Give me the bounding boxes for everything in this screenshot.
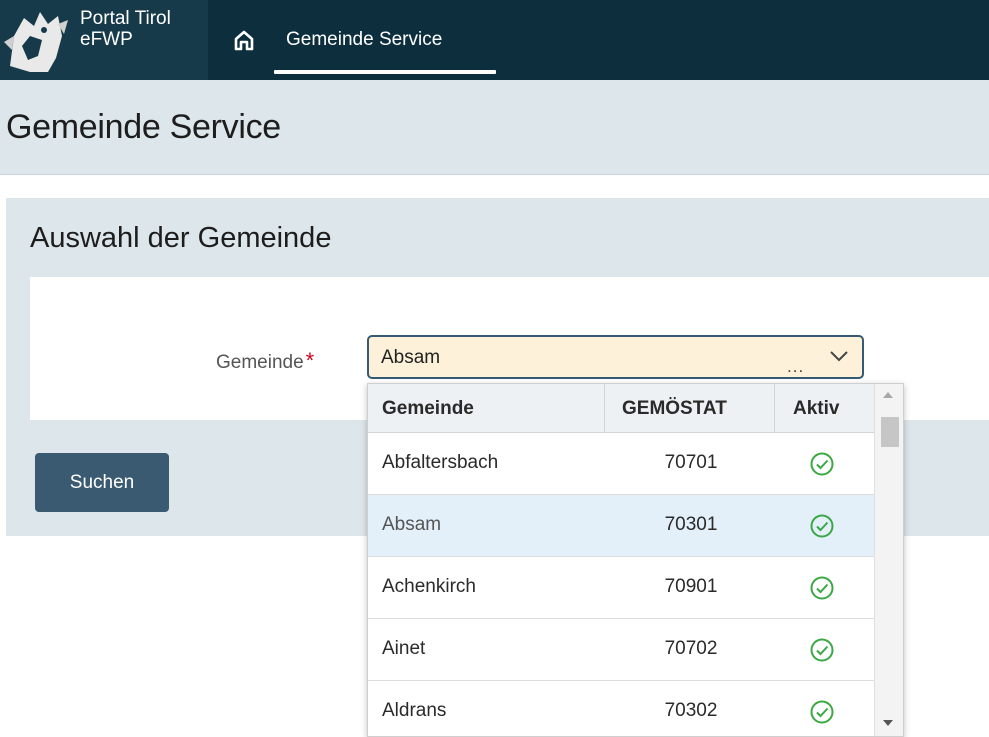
active-check-icon bbox=[810, 576, 834, 600]
row-gemeinde-name: Ainet bbox=[382, 638, 426, 659]
gemeinde-label-text: Gemeinde bbox=[216, 352, 304, 373]
dropdown-header-row: Gemeinde GEMÖSTAT Aktiv bbox=[368, 384, 874, 433]
scroll-down-arrow-icon[interactable] bbox=[883, 720, 893, 726]
select-more-dots: ... bbox=[787, 357, 805, 376]
column-header-gemeinde: Gemeinde bbox=[382, 398, 474, 419]
scrollbar-thumb[interactable] bbox=[881, 417, 899, 447]
dropdown-scrollbar[interactable] bbox=[874, 384, 903, 736]
chevron-down-icon[interactable] bbox=[829, 349, 849, 363]
active-check-icon bbox=[810, 452, 834, 476]
page-header: Gemeinde Service bbox=[0, 80, 989, 175]
gemeinde-field-label: Gemeinde* bbox=[216, 348, 314, 374]
scroll-up-arrow-icon[interactable] bbox=[883, 392, 893, 398]
logo-line-1: Portal Tirol bbox=[80, 8, 171, 29]
row-gemeinde-name: Absam bbox=[382, 514, 442, 535]
logo-text: Portal Tirol eFWP bbox=[80, 8, 171, 50]
gemeinde-select-value: Absam bbox=[381, 347, 441, 368]
nav-tab-gemeinde-service[interactable]: Gemeinde Service bbox=[270, 0, 500, 80]
gemeinde-select[interactable]: Absam ... bbox=[367, 335, 864, 379]
gemeinde-dropdown-list: Gemeinde GEMÖSTAT Aktiv Abfaltersbach 70… bbox=[367, 383, 904, 737]
row-gemoestat-code: 70302 bbox=[664, 700, 718, 721]
dropdown-row[interactable]: Abfaltersbach 70701 bbox=[368, 433, 874, 495]
column-divider bbox=[774, 384, 775, 432]
row-gemoestat-code: 70702 bbox=[664, 638, 718, 659]
active-check-icon bbox=[810, 638, 834, 662]
column-header-aktiv: Aktiv bbox=[793, 398, 840, 419]
active-check-icon bbox=[810, 514, 834, 538]
dropdown-row[interactable]: Aldrans 70302 bbox=[368, 681, 874, 736]
nav-tab-label: Gemeinde Service bbox=[286, 29, 443, 50]
page-title: Gemeinde Service bbox=[6, 108, 281, 146]
row-gemeinde-name: Achenkirch bbox=[382, 576, 476, 597]
search-button[interactable]: Suchen bbox=[35, 453, 169, 512]
dropdown-row[interactable]: Achenkirch 70901 bbox=[368, 557, 874, 619]
dropdown-row[interactable]: Ainet 70702 bbox=[368, 619, 874, 681]
tyrol-eagle-icon bbox=[4, 12, 68, 72]
logo-line-2: eFWP bbox=[80, 29, 133, 50]
row-gemeinde-name: Abfaltersbach bbox=[382, 452, 499, 473]
row-gemoestat-code: 70901 bbox=[664, 576, 718, 597]
active-check-icon bbox=[810, 700, 834, 724]
panel-title: Auswahl der Gemeinde bbox=[30, 222, 332, 254]
top-navigation-bar: Portal Tirol eFWP Gemeinde Service bbox=[0, 0, 989, 80]
portal-logo[interactable]: Portal Tirol eFWP bbox=[0, 0, 208, 80]
row-gemeinde-name: Aldrans bbox=[382, 700, 447, 721]
home-icon bbox=[234, 30, 254, 51]
column-header-gemoestat: GEMÖSTAT bbox=[622, 398, 727, 419]
required-marker: * bbox=[305, 348, 315, 373]
row-gemoestat-code: 70701 bbox=[664, 452, 718, 473]
row-gemoestat-code: 70301 bbox=[664, 514, 718, 535]
dropdown-row-selected[interactable]: Absam 70301 bbox=[368, 495, 874, 557]
column-divider bbox=[604, 384, 605, 432]
home-button[interactable] bbox=[226, 22, 262, 58]
active-tab-indicator bbox=[274, 70, 496, 74]
